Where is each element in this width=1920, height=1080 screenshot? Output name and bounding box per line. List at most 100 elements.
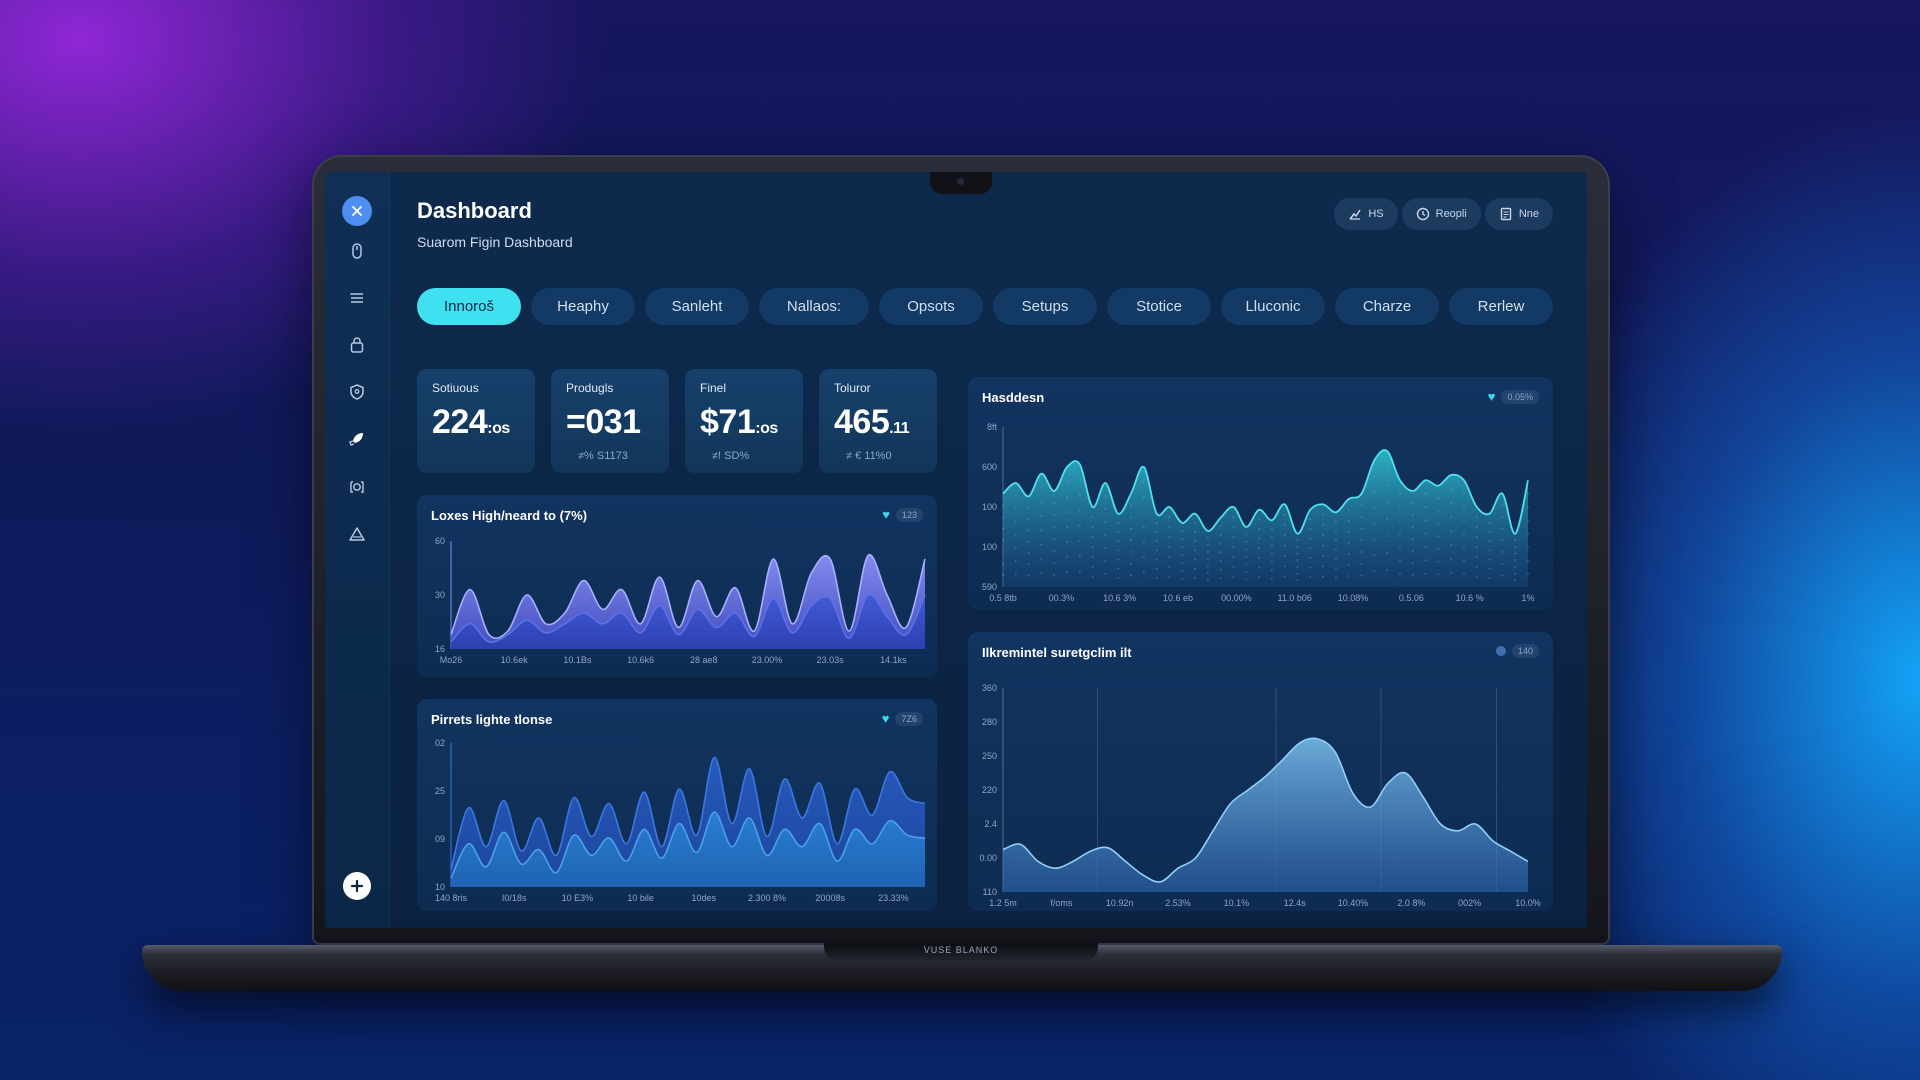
tab-6[interactable]: Stotice [1107,288,1211,325]
data-dot [1296,539,1299,542]
data-dot [1424,572,1427,575]
camera-icon[interactable] [342,472,372,502]
data-dot [1002,527,1004,530]
stat-card-finel[interactable]: Finel $71:os ≠! SD% [685,369,803,473]
data-dot [1168,556,1171,558]
chart-card-hasddesn: 8ft 600 100 100 590 0.5 8tb 00.3% 10.6 3% 10.6 e… [968,377,1553,610]
hs-button[interactable]: HS [1334,198,1398,230]
data-dot [1040,571,1043,574]
data-dot [1104,508,1107,510]
data-dot [1488,540,1491,543]
data-dot [1053,526,1056,528]
rocket-icon[interactable] [342,424,372,454]
tab-0[interactable]: Innoroš [417,288,521,325]
data-dot [1463,546,1465,548]
data-dot [1296,546,1299,548]
data-dot [1347,575,1350,577]
chart-card-loxes: 60 30 16 Mo26 10.6ek 10.1Bs 10.6k6 28 ae8 23.00%… [417,495,937,677]
x-tick-label: f/oms [1050,898,1073,908]
data-dot [1411,574,1414,576]
data-dot [1117,540,1120,543]
data-dot [1194,521,1196,524]
close-icon[interactable] [342,196,372,226]
data-dot [1168,536,1171,538]
x-tick-label: 23.03s [817,655,845,665]
data-dot [1514,572,1517,575]
data-dot [1475,536,1478,538]
stat-sub: ≠% S1173 [578,450,628,462]
data-dot [1027,506,1030,509]
stat-label: Toluror [834,381,871,395]
data-dot [1117,558,1120,561]
data-dot [1399,559,1401,562]
data-dot [1078,570,1081,573]
y-tick-label: 100 [982,502,997,512]
chart-badge[interactable]: 140 [1495,644,1539,658]
stat-card-sotiuous[interactable]: Sotiuous 224:os [417,369,535,473]
data-dot [1258,547,1260,550]
data-dot [1078,555,1081,558]
data-dot [1309,576,1312,579]
x-tick-label: 0.5.06 [1399,593,1424,603]
data-dot [1142,541,1145,543]
data-dot [1206,544,1209,546]
x-tick-label: 10 E3% [562,893,594,903]
lock-icon [350,337,364,353]
y-tick-label: 600 [982,462,997,472]
data-dot [1437,522,1440,525]
chart-badge[interactable]: ♥ 0.05% [1488,389,1539,404]
y-tick-label: 100 [982,542,997,552]
reopli-button[interactable]: Reopli [1401,198,1481,230]
chart-badge[interactable]: ♥ 7Z6 [882,711,923,726]
tab-4[interactable]: Opsots [879,288,983,325]
stat-card-produgls[interactable]: Produgls =031 ≠% S1173 [551,369,669,473]
data-dot [1271,577,1273,580]
data-dot [1219,568,1222,571]
chart-icon [1349,209,1361,220]
data-dot [1463,532,1465,535]
data-dot [1437,560,1440,563]
data-dot [1027,574,1030,577]
chart-badge[interactable]: ♥ 123 [882,507,923,522]
tab-1[interactable]: Heaphy [531,288,635,325]
stat-label: Sotiuous [432,381,479,395]
header-actions: HS Reopli Nne [1334,198,1553,230]
x-tick-label: 00.00% [1221,593,1252,603]
data-dot [1040,501,1043,503]
tab-8[interactable]: Charze [1335,288,1439,325]
badge-value: 0.05% [1501,389,1539,404]
camera-notch [930,172,992,194]
stat-number: 224 [432,403,488,441]
tab-7[interactable]: Lluconic [1221,288,1325,325]
laptop-brand: VUSE BLANKO [824,943,1098,961]
pirrets-chart: 02 25 09 10140 8ris I0/18s 10 E3% 10 bile 10des… [435,738,926,903]
data-dot [1386,484,1389,486]
data-dot [1091,536,1094,538]
nne-button[interactable]: Nne [1484,198,1553,230]
data-dot [1360,504,1363,507]
list-icon[interactable] [342,283,372,313]
tab-9[interactable]: Rerlew [1449,288,1553,325]
data-dot [1155,521,1158,524]
data-dot [1181,538,1184,540]
x-tick-label: I0/18s [502,893,527,903]
data-dot [1514,539,1517,542]
data-dot [1527,532,1529,535]
add-button[interactable] [343,872,371,900]
warning-icon[interactable] [342,519,372,549]
lock-icon[interactable] [342,330,372,360]
data-dot [1168,566,1171,568]
data-dot [1335,539,1337,542]
tab-2[interactable]: Sanleht [645,288,749,325]
mouse-icon[interactable] [342,236,372,266]
data-dot [1181,546,1184,548]
x-tick-label: 28 ae8 [690,655,718,665]
tab-5[interactable]: Setups [993,288,1097,325]
stat-value: $71:os [700,403,778,442]
data-dot [1040,529,1043,532]
stat-card-toluror[interactable]: Toluror 465.11 ≠ € 11%0 [819,369,937,473]
data-dot [1040,557,1043,560]
shield-icon[interactable] [342,377,372,407]
tab-3[interactable]: Nallaos: [759,288,869,325]
data-dot [1527,519,1529,522]
